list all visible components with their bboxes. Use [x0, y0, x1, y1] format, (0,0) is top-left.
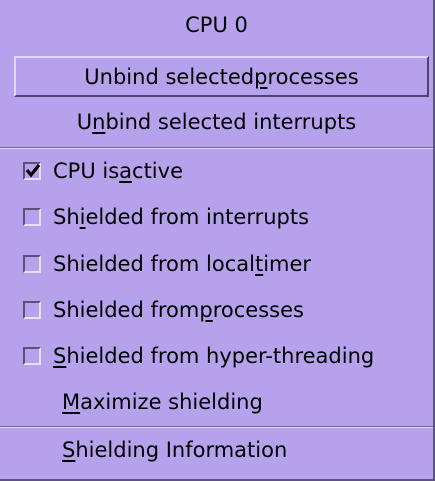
- menu-separator: [0, 426, 433, 428]
- checkmark-icon[interactable]: [23, 161, 41, 180]
- shielded-from-interrupts-item[interactable]: Sh i elded from interrupts: [0, 196, 433, 237]
- mnemonic: p: [199, 297, 213, 322]
- label-post: ctive: [132, 158, 183, 183]
- label-post: hielding Information: [75, 437, 288, 462]
- mnemonic: S: [53, 343, 67, 368]
- label-post: imer: [263, 251, 312, 276]
- mnemonic: t: [254, 251, 264, 276]
- label-pre: Sh: [53, 204, 80, 229]
- menu-title: CPU 0: [185, 13, 248, 37]
- shielded-from-processes-item[interactable]: Shielded from p rocesses: [0, 289, 433, 330]
- empty-checkbox-icon[interactable]: [23, 300, 41, 319]
- cpu-is-active-item[interactable]: CPU is a ctive: [0, 150, 433, 191]
- label-pre: Shielded from local: [53, 251, 255, 276]
- empty-checkbox-icon[interactable]: [23, 207, 41, 226]
- label-pre: Unbind selected: [84, 64, 255, 89]
- maximize-shielding-item[interactable]: Maximize shielding: [0, 381, 433, 422]
- mnemonic: p: [254, 64, 268, 89]
- label-post: elded from interrupts: [85, 204, 310, 229]
- empty-checkbox-icon[interactable]: [23, 346, 41, 365]
- label-pre: CPU is: [53, 158, 120, 183]
- empty-checkbox-icon[interactable]: [23, 254, 41, 273]
- label-post: rocesses: [212, 297, 304, 322]
- mnemonic: a: [119, 158, 133, 183]
- mnemonic: M: [62, 389, 81, 414]
- label-pre: U: [76, 109, 93, 134]
- label-post: bind selected interrupts: [105, 109, 357, 134]
- mnemonic: n: [92, 109, 106, 134]
- label-post: rocesses: [267, 64, 359, 89]
- unbind-selected-interrupts-item[interactable]: Un bind selected interrupts: [0, 101, 433, 142]
- shielded-from-hyper-threading-item[interactable]: Shielded from hyper-threading: [0, 335, 433, 376]
- label-post: aximize shielding: [80, 389, 263, 414]
- shielding-information-item[interactable]: Shielding Information: [0, 429, 433, 470]
- menu-separator: [0, 147, 433, 149]
- unbind-selected-processes-item[interactable]: Unbind selected p rocesses: [14, 56, 429, 97]
- label-post: hielded from hyper-threading: [66, 343, 375, 368]
- cpu-context-menu: CPU 0 Unbind selected p rocesses Un bind s…: [0, 0, 435, 481]
- mnemonic: S: [62, 437, 76, 462]
- shielded-from-local-timer-item[interactable]: Shielded from local t imer: [0, 243, 433, 284]
- label-pre: Shielded from: [53, 297, 200, 322]
